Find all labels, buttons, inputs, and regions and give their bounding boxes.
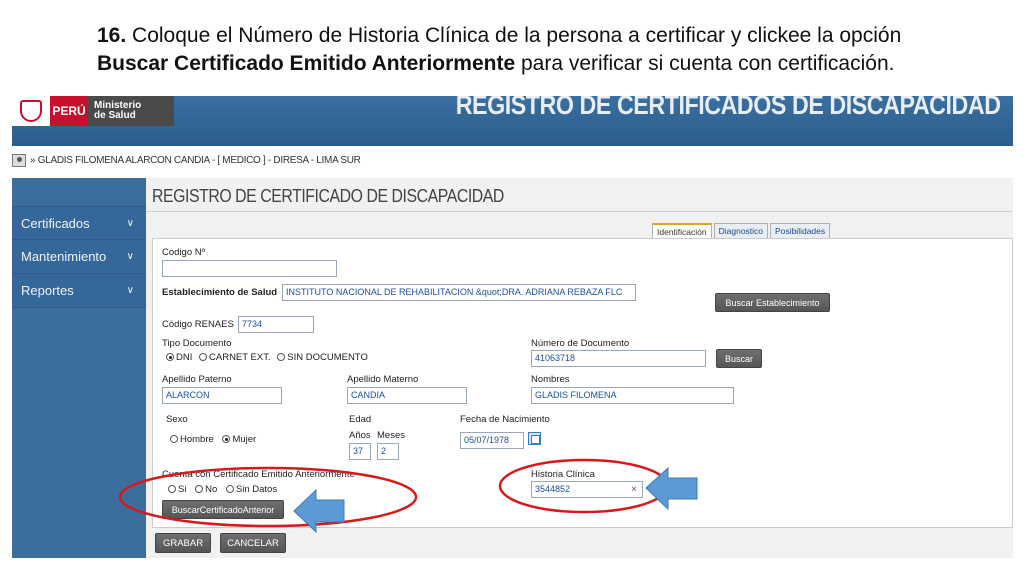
anos-label: Años	[349, 430, 371, 441]
tab-identificacion[interactable]: Identificación	[652, 223, 712, 239]
carnet-radio[interactable]: CARNET EXT.	[199, 352, 271, 363]
chevron-down-icon: ∨	[126, 251, 134, 262]
sidebar-item-reportes[interactable]: Reportes ∨	[12, 274, 146, 308]
apellido-paterno-label: Apellido Paterno	[162, 374, 232, 385]
apellido-paterno-input[interactable]: ALARCON	[162, 387, 282, 404]
ministry-name: Ministerio de Salud	[88, 101, 141, 121]
sexo-label: Sexo	[166, 414, 188, 425]
anos-input[interactable]: 37	[349, 443, 371, 460]
tab-posibilidades[interactable]: Posibilidades	[770, 223, 831, 239]
no-radio[interactable]: No	[195, 484, 217, 495]
identification-form: Codigo Nº Establecimiento de Salud INSTI…	[152, 238, 1013, 528]
sidebar-item-certificados[interactable]: Certificados ∨	[12, 206, 146, 240]
calendar-icon[interactable]	[528, 432, 541, 445]
buscar-certificado-anterior-button[interactable]: BuscarCertificadoAnterior	[162, 500, 284, 519]
historia-clinica-value: 3544852	[535, 484, 571, 494]
clear-icon[interactable]: ×	[631, 484, 637, 495]
meses-input[interactable]: 2	[377, 443, 399, 460]
user-breadcrumb: » GLADIS FILOMENA ALARCON CANDIA - [ MED…	[12, 150, 1013, 170]
user-icon	[12, 153, 26, 167]
historia-clinica-label: Historia Clínica	[531, 469, 595, 480]
nombres-label: Nombres	[531, 374, 570, 385]
certificado-radios: Si No Sin Datos	[168, 484, 277, 495]
main-content: REGISTRO DE CERTIFICADO DE DISCAPACIDAD …	[146, 178, 1013, 558]
codigo-label: Codigo Nº	[162, 247, 206, 258]
form-tabs: Identificación Diagnostico Posibilidades	[652, 223, 831, 239]
user-info: » GLADIS FILOMENA ALARCON CANDIA - [ MED…	[30, 154, 361, 166]
apellido-materno-label: Apellido Materno	[347, 374, 419, 385]
caption-line2: para verificar si cuenta con certificaci…	[515, 52, 895, 75]
buscar-establecimiento-button[interactable]: Buscar Establecimiento	[715, 293, 830, 312]
fecha-nacimiento-label: Fecha de Nacimiento	[460, 414, 550, 425]
sin-documento-radio[interactable]: SIN DOCUMENTO	[277, 352, 368, 363]
sidebar-item-label: Reportes	[21, 283, 74, 298]
renaes-input[interactable]: 7734	[238, 316, 314, 333]
apellido-materno-input[interactable]: CANDIA	[347, 387, 467, 404]
dni-radio[interactable]: DNI	[166, 352, 192, 363]
sidebar-item-label: Mantenimiento	[21, 249, 107, 264]
establecimiento-label: Establecimiento de Salud	[162, 287, 278, 298]
renaes-label: Código RENAES	[162, 319, 234, 330]
sidebar: Certificados ∨ Mantenimiento ∨ Reportes …	[12, 178, 146, 558]
certificado-anterior-label: Cuenta con Certificado Emitido Anteriorm…	[162, 469, 355, 480]
instruction-caption: 16. Coloque el Número de Historia Clínic…	[97, 22, 997, 78]
codigo-input[interactable]	[162, 260, 337, 277]
nombres-input[interactable]: GLADIS FILOMENA	[531, 387, 734, 404]
title-divider	[146, 211, 1013, 212]
cancelar-button[interactable]: CANCELAR	[220, 533, 286, 553]
edad-label: Edad	[349, 414, 372, 425]
numero-documento-input[interactable]: 41063718	[531, 350, 706, 367]
fecha-nacimiento-input[interactable]: 05/07/1978	[460, 432, 524, 449]
sidebar-item-label: Certificados	[21, 215, 90, 231]
step-number: 16.	[97, 24, 127, 47]
numero-documento-label: Número de Documento	[531, 338, 630, 349]
caption-emphasis: Buscar Certificado Emitido Anteriormente	[97, 52, 516, 75]
meses-label: Meses	[377, 430, 405, 441]
app-banner-title: REGISTRO DE CERTIFICADOS DE DISCAPACIDAD	[456, 96, 1001, 120]
app-header: PERÚ Ministerio de Salud REGISTRO DE CER…	[12, 96, 1013, 146]
tab-diagnostico[interactable]: Diagnostico	[713, 223, 769, 239]
tipo-documento-label: Tipo Documento	[162, 338, 232, 349]
hombre-radio[interactable]: Hombre	[170, 434, 214, 445]
sin-datos-radio[interactable]: Sin Datos	[225, 484, 277, 495]
country-label: PERÚ	[50, 96, 88, 126]
ministry-logo: PERÚ Ministerio de Salud	[12, 96, 174, 126]
chevron-down-icon: ∨	[126, 285, 134, 296]
establecimiento-input[interactable]: INSTITUTO NACIONAL DE REHABILITACION &qu…	[282, 284, 636, 301]
page-title: REGISTRO DE CERTIFICADO DE DISCAPACIDAD	[152, 186, 504, 206]
si-radio[interactable]: Si	[168, 484, 186, 495]
tipo-documento-radios: DNI CARNET EXT. SIN DOCUMENTO	[166, 352, 368, 363]
mujer-radio[interactable]: Mujer	[222, 434, 256, 445]
sidebar-item-mantenimiento[interactable]: Mantenimiento ∨	[12, 240, 146, 274]
caption-line1: Coloque el Número de Historia Clínica de…	[126, 24, 902, 47]
buscar-button[interactable]: Buscar	[716, 349, 762, 368]
sexo-radios: Hombre Mujer	[170, 434, 256, 445]
ministry-line2: de Salud	[94, 110, 136, 121]
coat-of-arms-icon	[12, 96, 50, 126]
grabar-button[interactable]: GRABAR	[155, 533, 211, 553]
chevron-down-icon: ∨	[126, 217, 134, 229]
historia-clinica-input[interactable]: 3544852 ×	[531, 481, 643, 498]
